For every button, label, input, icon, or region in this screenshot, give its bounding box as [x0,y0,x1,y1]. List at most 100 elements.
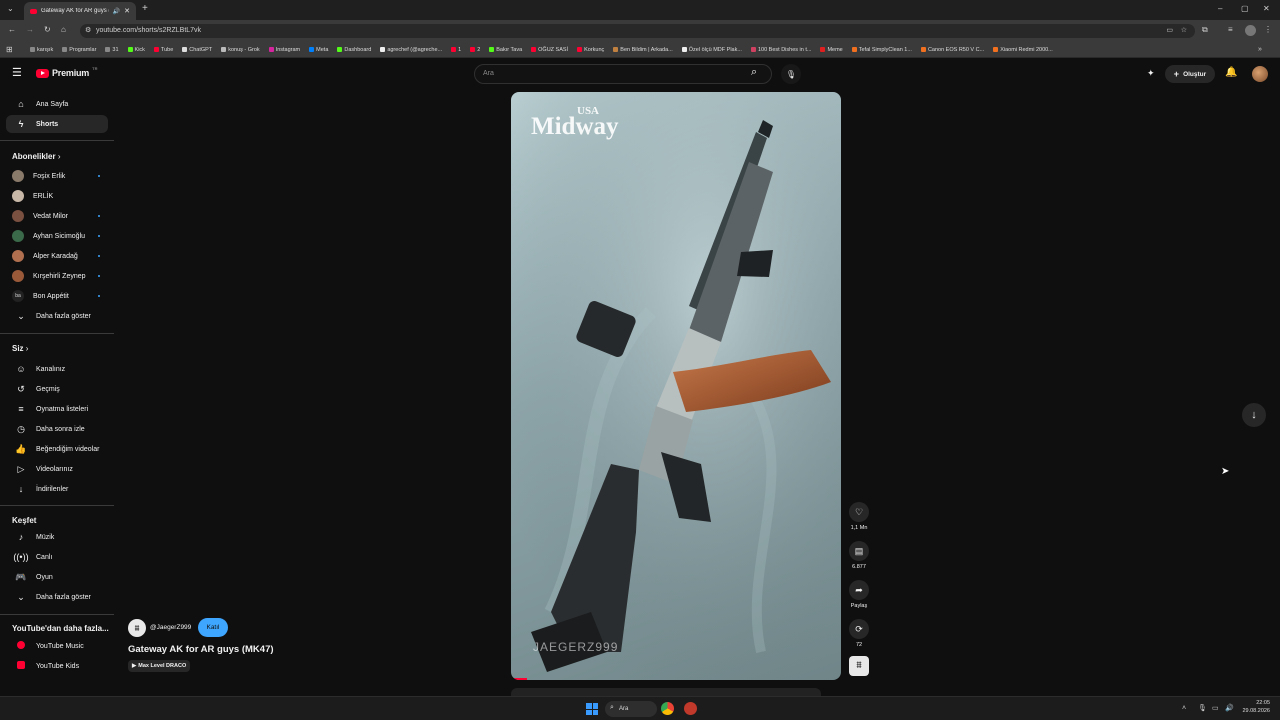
create-button[interactable]: + Oluştur [1165,65,1215,83]
sidebar-item-youtube-kids[interactable]: YouTube Kids [6,657,108,675]
url-field[interactable]: ⚙ youtube.com/shorts/s2RZLBtL7vk ▭ ☆ [80,24,1195,38]
sidebar-item-subscription[interactable]: ba Bon Appétit [6,287,108,305]
show-more-subscriptions[interactable]: ⌄ Daha fazla göster [6,307,108,325]
minimize-icon[interactable]: – [1218,5,1222,13]
browser-menu-icon[interactable]: ⋮ [1264,26,1272,34]
back-icon[interactable]: ← [8,26,16,34]
cast-icon[interactable]: ▭ [1166,27,1173,34]
volume-icon[interactable]: 🔊 [1225,705,1234,712]
bookmark-item[interactable]: 31 [105,47,119,53]
sidebar-item-your-videos[interactable]: ▷ Videolarınız [6,460,108,478]
bookmark-item[interactable]: Programlar [62,47,96,53]
reload-icon[interactable]: ↻ [44,26,51,34]
sidebar-item-subscription[interactable]: Alper Karadağ [6,247,108,265]
profile-avatar-icon[interactable] [1245,25,1256,36]
bookmark-item[interactable]: Meme [820,47,843,53]
bookmark-item[interactable]: 1 [451,47,461,53]
next-short-arrow-icon[interactable]: ↓ [1242,403,1266,427]
bookmark-item[interactable]: Korkunç [577,47,604,53]
gemini-icon[interactable]: ✦ [1147,69,1155,78]
sidebar-item-live[interactable]: ((•)) Canlı [6,548,108,566]
bookmark-item[interactable]: agrechef (@agreche... [380,47,442,53]
sidebar-item-subscription[interactable]: ERLİK [6,187,108,205]
join-button[interactable]: Katıl [198,618,228,637]
you-heading[interactable]: Siz › [12,344,28,353]
sidebar-item-watch-later[interactable]: ◷ Daha sonra izle [6,420,108,438]
home-browser-icon[interactable]: ⌂ [61,26,66,34]
new-tab-icon[interactable]: + [142,4,148,14]
close-tab-icon[interactable]: ✕ [124,7,130,15]
show-more-explore[interactable]: ⌄ Daha fazla göster [6,588,108,606]
extensions-icon[interactable]: ⧉ [1202,26,1208,34]
youtube-logo[interactable]: Premium TR [36,66,97,78]
clock-time[interactable]: 22:05 [1240,700,1270,706]
sidebar-item-subscription[interactable]: Ayhan Sicimoğlu [6,227,108,245]
forward-icon[interactable]: → [26,26,34,34]
bookmark-item[interactable]: Meta [309,47,328,53]
channel-avatar[interactable]: ⩩ [128,619,146,637]
sidebar-item-shorts[interactable]: ϟ Shorts [6,115,108,133]
bookmark-item[interactable]: ChatGPT [182,47,212,53]
sidebar-item-subscription[interactable]: Kırşehirli Zeynep [6,267,108,285]
microphone-icon[interactable]: 🎙 [781,64,801,84]
search-icon[interactable]: ⌕ [751,67,757,78]
sidebar-item-youtube-music[interactable]: YouTube Music [6,637,108,655]
windows-start-icon[interactable] [586,703,598,715]
audio-source-thumbnail[interactable]: ⩩ [849,656,869,676]
remix-button[interactable]: ⟳ 72 [848,619,870,648]
taskbar-search[interactable]: ⌕ Ara [605,701,657,717]
channel-handle[interactable]: @JaegerZ999 [150,624,191,631]
bookmark-item[interactable]: 100 Best Dishes in t... [750,47,811,53]
bookmark-item[interactable]: Tefal SimplyClean 1... [851,47,912,53]
bookmark-item[interactable]: Canon EOS R50 V C... [920,47,984,53]
browser-tab[interactable]: Gateway AK for AR guys (MK47) 🔊 ✕ [24,2,136,20]
tab-list-icon[interactable]: ⌄ [7,5,14,13]
network-icon[interactable]: ▭ [1212,705,1219,712]
bookmark-star-icon[interactable]: ☆ [1181,27,1187,34]
bookmark-item[interactable]: 2 [470,47,480,53]
subscriptions-heading[interactable]: Abonelikler › [12,152,60,161]
more-bookmarks-icon[interactable]: » [1258,46,1262,53]
chrome-taskbar-icon[interactable] [661,702,674,715]
sidebar-item-history[interactable]: ↺ Geçmiş [6,380,108,398]
short-video-player[interactable]: USA Midway JAEGERZ999 [511,92,841,680]
sidebar-item-home[interactable]: ⌂ Ana Sayfa [6,95,108,113]
bookmark-item[interactable]: Xiaomi Redmi 2000... [993,47,1053,53]
site-info-icon[interactable]: ⚙ [85,27,91,34]
share-button[interactable]: ➦ Paylaş [848,580,870,609]
bookmark-item[interactable]: Özel ölçü MDF Plak... [681,47,742,53]
sidebar-item-subscription[interactable]: Foşix Erlik [6,167,108,185]
account-avatar[interactable] [1252,66,1268,82]
clock-date[interactable]: 29.08.2026 [1234,708,1270,714]
bookmark-item[interactable]: Tube [153,47,173,53]
bookmark-item[interactable]: Dashboard [337,47,371,53]
apps-grid-icon[interactable]: ⊞ [6,46,13,54]
bookmark-item[interactable]: Bakır Tava [489,47,522,53]
next-short-preview[interactable] [511,688,821,696]
sidebar-item-playlists[interactable]: ≡ Oynatma listeleri [6,400,108,418]
sidebar-item-your-channel[interactable]: ☺ Kanalınız [6,360,108,378]
sidebar-item-downloads[interactable]: ↓ İndirilenler [6,480,108,498]
media-control-icon[interactable]: ≡ [1228,26,1233,34]
sidebar-item-music[interactable]: ♪ Müzik [6,528,108,546]
speaker-icon[interactable]: 🔊 [113,8,120,15]
sidebar-item-subscription[interactable]: Vedat Milor [6,207,108,225]
sidebar-item-liked-videos[interactable]: 👍 Beğendiğim videolar [6,440,108,458]
like-button[interactable]: ♡ 1,1 Mn [848,502,870,531]
bookmark-item[interactable]: karışık [30,47,53,53]
bookmark-item[interactable]: Ben Bildim | Arkada... [613,47,673,53]
close-window-icon[interactable]: ✕ [1263,5,1270,13]
sidebar-item-gaming[interactable]: 🎮 Oyun [6,568,108,586]
tray-expand-icon[interactable]: ˄ [1182,705,1186,712]
comments-button[interactable]: ▤ 6.877 [848,541,870,570]
audio-chip[interactable]: ▶ Max Level DRACO [128,660,191,672]
bookmark-item[interactable]: Kick [127,47,145,53]
bookmark-item[interactable]: Instagram [268,47,300,53]
maximize-icon[interactable]: ▢ [1241,5,1249,13]
menu-icon[interactable]: ☰ [12,68,22,79]
search-input[interactable]: Ara [474,64,772,84]
notifications-bell-icon[interactable]: 🔔 [1225,68,1237,78]
microphone-tray-icon[interactable]: 🎙 [1198,705,1207,712]
app-taskbar-icon[interactable] [684,702,697,715]
playback-progress-bar[interactable] [511,678,527,680]
